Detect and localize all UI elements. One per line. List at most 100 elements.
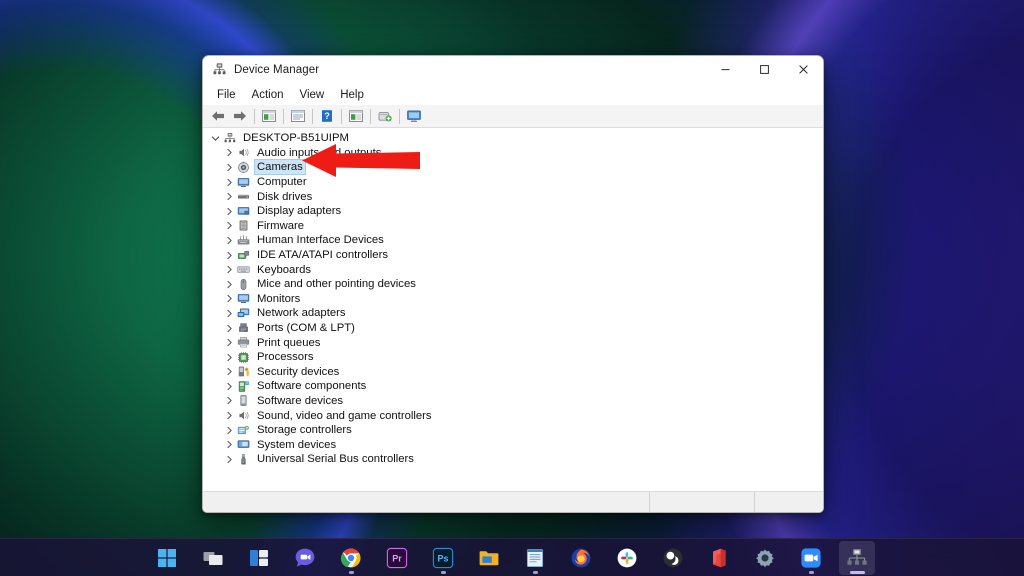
photoshop-button[interactable]: Ps xyxy=(425,541,461,575)
tree-item-universal-serial-bus-controllers[interactable]: Universal Serial Bus controllers xyxy=(203,452,823,467)
tree-item-keyboards[interactable]: Keyboards xyxy=(203,262,823,277)
slack-icon xyxy=(616,547,638,569)
menu-action[interactable]: Action xyxy=(244,87,292,103)
tree-item-processors[interactable]: Processors xyxy=(203,350,823,365)
tree-item-system-devices[interactable]: System devices xyxy=(203,437,823,452)
menu-file[interactable]: File xyxy=(209,87,244,103)
device-tree[interactable]: DESKTOP-B51UIPM Audio inputs and outputs… xyxy=(203,128,823,491)
file-explorer-button[interactable] xyxy=(471,541,507,575)
chevron-right-icon[interactable] xyxy=(223,411,236,420)
tree-item-mice-and-other-pointing-devices[interactable]: Mice and other pointing devices xyxy=(203,277,823,292)
show-hide-console-tree-button[interactable] xyxy=(258,106,280,127)
chevron-right-icon[interactable] xyxy=(223,338,236,347)
chevron-right-icon[interactable] xyxy=(223,367,236,376)
tree-item-label: Display adapters xyxy=(255,204,343,218)
svg-text:Pr: Pr xyxy=(392,553,402,563)
tree-item-audio-inputs-and-outputs[interactable]: Audio inputs and outputs xyxy=(203,146,823,161)
chevron-right-icon[interactable] xyxy=(223,192,236,201)
window-controls xyxy=(706,56,823,84)
chevron-down-icon[interactable] xyxy=(209,134,222,143)
tree-item-sound-video-and-game-controllers[interactable]: Sound, video and game controllers xyxy=(203,408,823,423)
chevron-right-icon[interactable] xyxy=(223,353,236,362)
chevron-right-icon[interactable] xyxy=(223,426,236,435)
premiere-pro-button[interactable]: Pr xyxy=(379,541,415,575)
settings-button[interactable] xyxy=(747,541,783,575)
add-legacy-hardware-button[interactable] xyxy=(403,106,425,127)
chevron-right-icon[interactable] xyxy=(223,251,236,260)
tree-item-network-adapters[interactable]: Network adapters xyxy=(203,306,823,321)
speaker-icon xyxy=(236,146,251,160)
google-chrome-button[interactable] xyxy=(333,541,369,575)
tree-item-firmware[interactable]: Firmware xyxy=(203,219,823,234)
desktop: Device Manager File Action View Help xyxy=(0,0,1024,576)
tree-item-label: Universal Serial Bus controllers xyxy=(255,452,416,466)
status-bar-pane-3 xyxy=(755,492,823,512)
storage-controller-icon xyxy=(236,423,251,437)
status-bar-pane-2 xyxy=(650,492,755,512)
ide-controller-icon xyxy=(236,248,251,262)
tree-root-label: DESKTOP-B51UIPM xyxy=(241,131,351,145)
microsoft-office-button[interactable] xyxy=(701,541,737,575)
menu-view[interactable]: View xyxy=(292,87,333,103)
widgets-button[interactable] xyxy=(241,541,277,575)
close-button[interactable] xyxy=(784,56,823,84)
obs-studio-icon xyxy=(662,547,684,569)
minimize-button[interactable] xyxy=(706,56,745,84)
forward-button[interactable] xyxy=(229,106,251,127)
task-view-button[interactable] xyxy=(195,541,231,575)
chevron-right-icon[interactable] xyxy=(223,236,236,245)
chevron-right-icon[interactable] xyxy=(223,148,236,157)
back-button[interactable] xyxy=(207,106,229,127)
tree-item-computer[interactable]: Computer xyxy=(203,175,823,190)
obs-studio-button[interactable] xyxy=(655,541,691,575)
tree-item-display-adapters[interactable]: Display adapters xyxy=(203,204,823,219)
window-title: Device Manager xyxy=(234,64,319,76)
tree-item-human-interface-devices[interactable]: Human Interface Devices xyxy=(203,233,823,248)
computer-root-icon xyxy=(222,131,237,145)
help-button[interactable]: ? xyxy=(316,106,338,127)
properties-button[interactable] xyxy=(287,106,309,127)
tree-item-print-queues[interactable]: Print queues xyxy=(203,335,823,350)
task-view-icon xyxy=(202,547,224,569)
chevron-right-icon[interactable] xyxy=(223,221,236,230)
tree-item-label: Sound, video and game controllers xyxy=(255,409,434,423)
display-adapter-icon xyxy=(236,204,251,218)
tree-item-security-devices[interactable]: Security devices xyxy=(203,365,823,380)
tree-item-storage-controllers[interactable]: Storage controllers xyxy=(203,423,823,438)
scan-hardware-changes-button[interactable] xyxy=(374,106,396,127)
tree-root-row[interactable]: DESKTOP-B51UIPM xyxy=(203,131,823,146)
tree-item-software-components[interactable]: Software components xyxy=(203,379,823,394)
maximize-button[interactable] xyxy=(745,56,784,84)
chevron-right-icon[interactable] xyxy=(223,396,236,405)
slack-button[interactable] xyxy=(609,541,645,575)
start-button[interactable] xyxy=(149,541,185,575)
chevron-right-icon[interactable] xyxy=(223,382,236,391)
notepad-button[interactable] xyxy=(517,541,553,575)
tree-item-software-devices[interactable]: Software devices xyxy=(203,394,823,409)
microsoft-teams-button[interactable] xyxy=(287,541,323,575)
tree-item-ide-ata-atapi-controllers[interactable]: IDE ATA/ATAPI controllers xyxy=(203,248,823,263)
chevron-right-icon[interactable] xyxy=(223,163,236,172)
tree-item-label: Human Interface Devices xyxy=(255,233,386,247)
update-driver-button[interactable] xyxy=(345,106,367,127)
chevron-right-icon[interactable] xyxy=(223,309,236,318)
chevron-right-icon[interactable] xyxy=(223,178,236,187)
chevron-right-icon[interactable] xyxy=(223,455,236,464)
chevron-right-icon[interactable] xyxy=(223,265,236,274)
chevron-right-icon[interactable] xyxy=(223,324,236,333)
menu-help[interactable]: Help xyxy=(332,87,372,103)
settings-gear-icon xyxy=(754,547,776,569)
tree-item-ports-com-and-lpt[interactable]: Ports (COM & LPT) xyxy=(203,321,823,336)
tree-item-cameras[interactable]: Cameras xyxy=(203,160,823,175)
chevron-right-icon[interactable] xyxy=(223,207,236,216)
tree-item-monitors[interactable]: Monitors xyxy=(203,292,823,307)
device-manager-taskbar-button[interactable] xyxy=(839,541,875,575)
chevron-right-icon[interactable] xyxy=(223,280,236,289)
zoom-button[interactable] xyxy=(793,541,829,575)
chevron-right-icon[interactable] xyxy=(223,294,236,303)
tree-item-disk-drives[interactable]: Disk drives xyxy=(203,189,823,204)
chevron-right-icon[interactable] xyxy=(223,440,236,449)
firefox-button[interactable] xyxy=(563,541,599,575)
toolbar-separator xyxy=(370,109,371,124)
running-indicator xyxy=(349,571,354,574)
